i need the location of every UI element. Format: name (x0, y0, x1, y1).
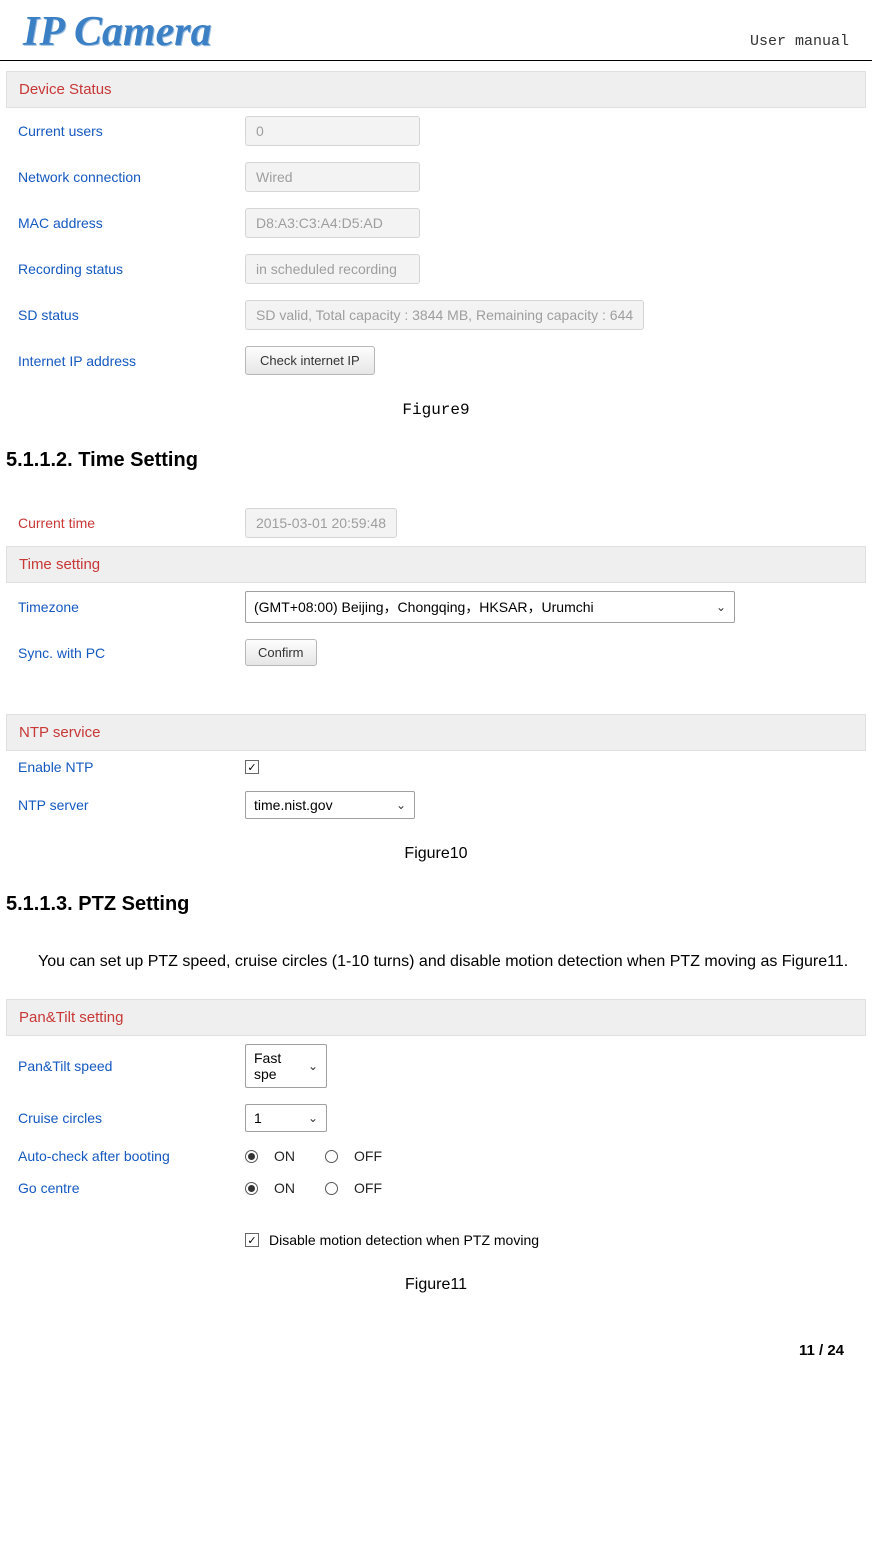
section-title: Device Status (6, 71, 866, 108)
row-enable-ntp: Enable NTP ✓ (6, 751, 866, 783)
page-header: IP Camera User manual (0, 0, 872, 61)
radio-label: OFF (354, 1148, 382, 1164)
timezone-select[interactable]: (GMT+08:00) Beijing，Chongqing，HKSAR，Urum… (245, 591, 735, 623)
figure10-caption: Figure10 (6, 845, 866, 863)
chevron-down-icon: ⌄ (308, 1059, 318, 1073)
figure11-caption: Figure11 (6, 1276, 866, 1294)
checkbox-label: Disable motion detection when PTZ moving (269, 1232, 539, 1248)
row-timezone: Timezone (GMT+08:00) Beijing，Chongqing，H… (6, 583, 866, 631)
page-number: 11 / 24 (0, 1324, 872, 1369)
heading-time-setting: 5.1.1.2. Time Setting (6, 449, 866, 472)
ptz-description: You can set up PTZ speed, cruise circles… (6, 944, 866, 979)
row-current-time: Current time 2015-03-01 20:59:48 (6, 500, 866, 546)
row-disable-motion: ✓ Disable motion detection when PTZ movi… (241, 1204, 866, 1258)
value-input: D8:A3:C3:A4:D5:AD (245, 208, 420, 238)
label: Pan&Tilt speed (10, 1058, 245, 1074)
confirm-button[interactable]: Confirm (245, 639, 317, 666)
value-input: 0 (245, 116, 420, 146)
value-input: SD valid, Total capacity : 3844 MB, Rema… (245, 300, 644, 330)
label: NTP server (10, 797, 245, 813)
ntp-server-select[interactable]: time.nist.gov ⌄ (245, 791, 415, 819)
value-input: 2015-03-01 20:59:48 (245, 508, 397, 538)
label: Sync. with PC (10, 645, 245, 661)
select-value: 1 (254, 1110, 262, 1126)
logo: IP Camera (23, 8, 212, 56)
row-network-connection: Network connection Wired (6, 154, 866, 200)
chevron-down-icon: ⌄ (396, 798, 406, 812)
autocheck-off-radio[interactable] (325, 1150, 338, 1163)
device-status-panel: Device Status Current users 0 Network co… (6, 71, 866, 383)
label: Cruise circles (10, 1110, 245, 1126)
section-title: NTP service (6, 714, 866, 751)
header-label: User manual (750, 33, 849, 56)
speed-select[interactable]: Fast spe ⌄ (245, 1044, 327, 1088)
select-value: Fast spe (254, 1050, 300, 1082)
radio-label: ON (274, 1180, 295, 1196)
row-sd-status: SD status SD valid, Total capacity : 384… (6, 292, 866, 338)
radio-label: OFF (354, 1180, 382, 1196)
select-value: time.nist.gov (254, 797, 333, 813)
time-setting-panel: Current time 2015-03-01 20:59:48 Time se… (6, 500, 866, 827)
figure9-caption: Figure9 (6, 401, 866, 419)
radio-label: ON (274, 1148, 295, 1164)
row-auto-check: Auto-check after booting ON OFF (6, 1140, 866, 1172)
enable-ntp-checkbox[interactable]: ✓ (245, 760, 259, 774)
heading-ptz-setting: 5.1.1.3. PTZ Setting (6, 893, 866, 916)
row-cruise-circles: Cruise circles 1 ⌄ (6, 1096, 866, 1140)
row-pantilt-speed: Pan&Tilt speed Fast spe ⌄ (6, 1036, 866, 1096)
disable-motion-checkbox[interactable]: ✓ (245, 1233, 259, 1247)
gocentre-on-radio[interactable] (245, 1182, 258, 1195)
label: SD status (10, 307, 245, 323)
label: Network connection (10, 169, 245, 185)
row-current-users: Current users 0 (6, 108, 866, 154)
value-input: Wired (245, 162, 420, 192)
label: Current users (10, 123, 245, 139)
row-internet-ip: Internet IP address Check internet IP (6, 338, 866, 383)
section-title: Time setting (6, 546, 866, 583)
label: Go centre (10, 1180, 245, 1196)
row-recording-status: Recording status in scheduled recording (6, 246, 866, 292)
row-mac-address: MAC address D8:A3:C3:A4:D5:AD (6, 200, 866, 246)
label: Current time (10, 515, 245, 531)
chevron-down-icon: ⌄ (308, 1111, 318, 1125)
row-ntp-server: NTP server time.nist.gov ⌄ (6, 783, 866, 827)
pan-tilt-panel: Pan&Tilt setting Pan&Tilt speed Fast spe… (6, 999, 866, 1258)
label: Enable NTP (10, 759, 245, 775)
row-go-centre: Go centre ON OFF (6, 1172, 866, 1204)
section-title: Pan&Tilt setting (6, 999, 866, 1036)
label: Internet IP address (10, 353, 245, 369)
row-sync-pc: Sync. with PC Confirm (6, 631, 866, 674)
label: Recording status (10, 261, 245, 277)
label: Timezone (10, 599, 245, 615)
autocheck-on-radio[interactable] (245, 1150, 258, 1163)
cruise-select[interactable]: 1 ⌄ (245, 1104, 327, 1132)
select-value: (GMT+08:00) Beijing，Chongqing，HKSAR，Urum… (254, 597, 594, 617)
label: MAC address (10, 215, 245, 231)
label: Auto-check after booting (10, 1148, 245, 1164)
value-input: in scheduled recording (245, 254, 420, 284)
chevron-down-icon: ⌄ (716, 600, 726, 614)
check-internet-ip-button[interactable]: Check internet IP (245, 346, 375, 375)
gocentre-off-radio[interactable] (325, 1182, 338, 1195)
